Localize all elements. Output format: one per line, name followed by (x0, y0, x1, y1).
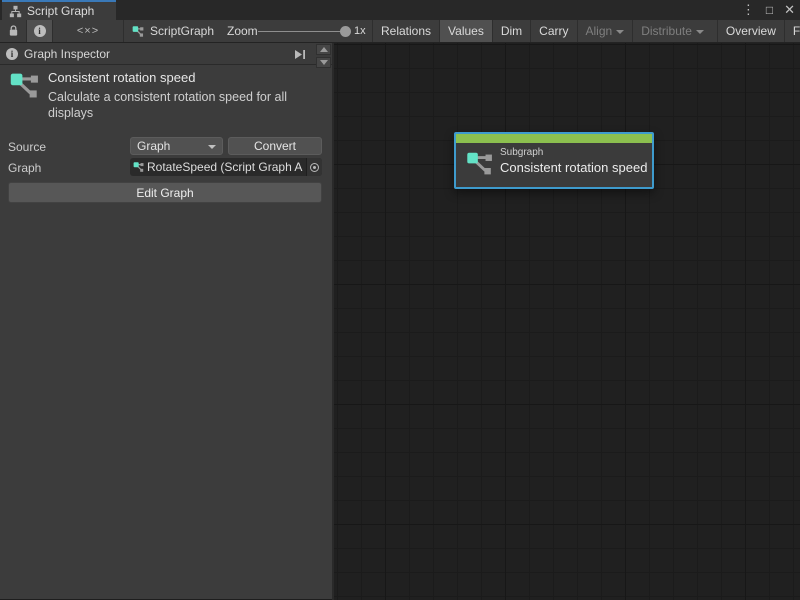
convert-button[interactable]: Convert (228, 137, 322, 155)
convert-label: Convert (254, 139, 296, 153)
script-graph-window: Script Graph ⋮ □ ✕ i <×> ScriptGraph Zoo… (0, 0, 800, 600)
button-label: Relations (381, 24, 431, 38)
toolbar-button-relations[interactable]: Relations (372, 20, 439, 42)
info-icon: i (6, 48, 18, 60)
subgraph-icon (9, 71, 45, 101)
button-label: Carry (539, 24, 568, 38)
graph-object-field[interactable]: RotateSpeed (Script Graph A (130, 158, 322, 176)
title-bar: Script Graph ⋮ □ ✕ (0, 0, 800, 20)
window-maximize-icon[interactable]: □ (766, 0, 773, 20)
lock-icon (8, 25, 19, 37)
info-icon: i (34, 25, 46, 37)
toolbar-button-carry[interactable]: Carry (530, 20, 576, 42)
node-body: Subgraph Consistent rotation speed (456, 143, 652, 187)
button-label: Distribute (641, 24, 692, 38)
script-graph-icon (132, 25, 145, 38)
source-label: Source (8, 140, 46, 154)
dock-right-button[interactable] (292, 47, 308, 61)
subgraph-node[interactable]: Subgraph Consistent rotation speed (454, 132, 654, 189)
button-label: Align (586, 24, 613, 38)
toolbar-button-full-screen[interactable]: Full Screen (784, 20, 800, 42)
arrow-down-icon (320, 60, 328, 65)
dropdown-arrow-icon (208, 145, 216, 149)
graph-inspector-title: Graph Inspector (24, 47, 110, 61)
inspector-toggle-button[interactable]: i (27, 20, 53, 42)
graph-object-value: RotateSpeed (Script Graph A (147, 160, 306, 174)
object-picker-button[interactable] (306, 158, 322, 176)
toolbar-button-dim[interactable]: Dim (492, 20, 530, 42)
source-select[interactable]: Graph (130, 137, 223, 155)
code-icon: <×> (77, 25, 99, 37)
zoom-label: Zoom (227, 20, 258, 42)
graph-description: Calculate a consistent rotation speed fo… (48, 89, 320, 121)
toolbar-button-overview[interactable]: Overview (717, 20, 784, 42)
edit-graph-button[interactable]: Edit Graph (8, 182, 322, 203)
script-graph-asset-icon (133, 161, 145, 173)
graph-inspector-header: i Graph Inspector (0, 43, 332, 65)
subgraph-node-icon (466, 149, 498, 179)
object-picker-icon (310, 163, 319, 172)
edit-graph-label: Edit Graph (136, 186, 193, 200)
graph-canvas[interactable]: Subgraph Consistent rotation speed (334, 43, 800, 600)
node-title: Consistent rotation speed (500, 160, 647, 175)
lock-button[interactable] (0, 20, 27, 42)
zoom-slider-track[interactable] (258, 31, 350, 32)
dock-right-icon (294, 49, 306, 60)
graph-toolbar: i <×> ScriptGraph Zoom 1x Relations Valu… (0, 20, 800, 43)
window-menu-icon[interactable]: ⋮ (742, 0, 755, 20)
button-label: Full Screen (793, 24, 800, 38)
window-close-icon[interactable]: ✕ (784, 0, 795, 20)
arrow-up-icon (320, 47, 328, 52)
graph-inspector-panel: i Graph Inspector Consistent rotation sp… (0, 43, 332, 600)
toolbar-button-values[interactable]: Values (439, 20, 492, 42)
node-kind-label: Subgraph (500, 147, 543, 158)
tab-script-graph[interactable]: Script Graph (2, 0, 116, 20)
graph-field-label: Graph (8, 161, 41, 175)
button-label: Overview (726, 24, 776, 38)
zoom-value: 1x (354, 20, 366, 42)
dropdown-arrow-icon (616, 30, 624, 34)
node-header-bar (456, 134, 652, 143)
button-label: Values (448, 24, 484, 38)
toolbar-button-distribute[interactable]: Distribute (632, 20, 712, 42)
script-graph-label: ScriptGraph (150, 24, 214, 38)
scroll-up-button[interactable] (316, 44, 331, 55)
scroll-down-button[interactable] (316, 57, 331, 68)
source-select-value: Graph (137, 139, 170, 153)
button-label: Dim (501, 24, 522, 38)
tab-title: Script Graph (27, 4, 94, 18)
graph-hierarchy-icon (9, 5, 22, 18)
script-graph-breadcrumb[interactable]: ScriptGraph (132, 20, 214, 42)
graph-title: Consistent rotation speed (48, 70, 195, 85)
panel-scroll-arrows (316, 44, 331, 68)
zoom-slider-knob[interactable] (340, 26, 351, 37)
toolbar-button-align[interactable]: Align (577, 20, 633, 42)
dropdown-arrow-icon (696, 30, 704, 34)
code-view-button[interactable]: <×> (53, 20, 124, 42)
